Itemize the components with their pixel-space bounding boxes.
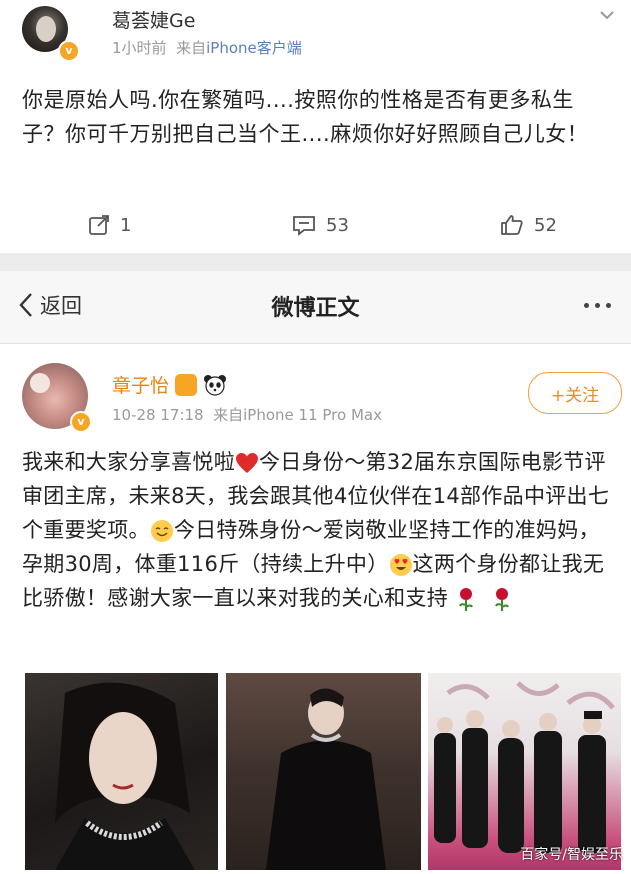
post-text: 你是原始人吗.你在繁殖吗....按照你的性格是否有更多私生子？你可千万别把自己当… bbox=[22, 88, 589, 146]
verified-badge: v bbox=[70, 411, 92, 433]
post-photo-1[interactable] bbox=[25, 673, 218, 870]
post-time: 1小时前 bbox=[112, 39, 167, 57]
follow-button[interactable]: +关注 bbox=[528, 372, 622, 414]
action-bar: 1 53 52 bbox=[0, 205, 631, 245]
post-text: 我来和大家分享喜悦啦 今日身份～第32届东京国际电影节评审团主席，未来8天，我会跟… bbox=[22, 445, 618, 615]
like-button[interactable]: 52 bbox=[500, 205, 557, 245]
chevron-down-icon[interactable] bbox=[598, 6, 616, 24]
smile-emoji bbox=[150, 520, 173, 542]
like-count: 52 bbox=[534, 214, 557, 236]
vip-badge-icon bbox=[175, 373, 198, 396]
repost-count: 1 bbox=[120, 214, 132, 236]
watermark: 百家号/智娱至乐 bbox=[520, 847, 623, 863]
portrait-illustration bbox=[55, 682, 195, 870]
post-meta: 1小时前 来自iPhone客户端 bbox=[112, 37, 302, 58]
post-photo-2[interactable] bbox=[226, 673, 421, 870]
more-icon[interactable] bbox=[584, 303, 611, 308]
repost-button[interactable]: 1 bbox=[88, 205, 131, 245]
rose-emoji bbox=[494, 588, 509, 611]
post-source-prefix: 来自 bbox=[176, 39, 207, 57]
love-eyes-emoji bbox=[389, 554, 412, 576]
portrait-illustration bbox=[266, 688, 386, 870]
rose-emoji bbox=[459, 588, 473, 611]
verified-badge: v bbox=[58, 40, 80, 62]
section-divider bbox=[0, 253, 631, 271]
post-meta: 10-28 17:18 来自iPhone 11 Pro Max bbox=[112, 404, 382, 425]
post-time: 10-28 17:18 bbox=[112, 406, 204, 424]
group-photo-illustration bbox=[434, 681, 615, 853]
author-name[interactable]: 章子怡 bbox=[112, 371, 169, 398]
post-source[interactable]: iPhone客户端 bbox=[206, 39, 302, 57]
panda-icon bbox=[204, 374, 227, 396]
comment-button[interactable]: 53 bbox=[292, 205, 349, 245]
comment-icon bbox=[293, 216, 315, 236]
page-title: 微博正文 bbox=[271, 296, 360, 321]
author-name-row: 章子怡 bbox=[112, 371, 227, 398]
comment-count: 53 bbox=[326, 214, 349, 236]
heart-emoji bbox=[236, 453, 258, 473]
post-text-part1: 我来和大家分享喜悦啦 bbox=[22, 450, 235, 474]
post-source: 来自iPhone 11 Pro Max bbox=[213, 406, 382, 424]
post-photo-3[interactable] bbox=[428, 673, 621, 870]
author-name[interactable]: 葛荟婕Ge bbox=[112, 6, 195, 33]
like-icon bbox=[501, 215, 523, 235]
repost-icon bbox=[89, 215, 109, 235]
